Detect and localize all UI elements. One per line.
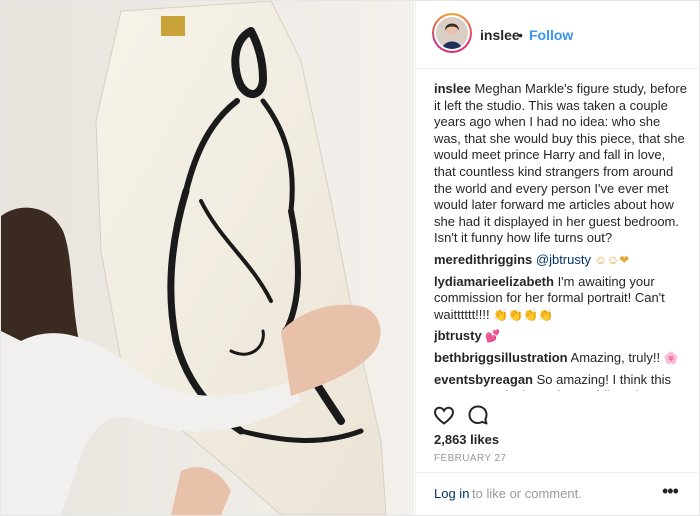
emoji-text: 👏👏👏👏 [493, 307, 554, 322]
post-photo[interactable] [1, 1, 414, 515]
comment: jbtrusty 💕 [434, 328, 690, 345]
caption: inslee Meghan Markle's figure study, bef… [434, 81, 690, 247]
comment-username[interactable]: meredithriggins [434, 252, 532, 267]
mention-link[interactable]: @jbtrusty [536, 252, 591, 267]
comment-username[interactable]: jbtrusty [434, 328, 482, 343]
caption-text: Meghan Markle's figure study, before it … [434, 81, 687, 246]
comment-username[interactable]: bethbriggsillustration [434, 350, 568, 365]
comment-icon[interactable] [466, 403, 490, 427]
comment: eventsbyreagan So amazing! I think this … [434, 372, 690, 392]
figure-study-image [1, 1, 414, 515]
more-options-icon[interactable]: ••• [662, 481, 679, 502]
caption-username[interactable]: inslee [434, 81, 471, 96]
post-sidebar: inslee • Follow inslee Meghan Markle's f… [415, 1, 700, 515]
comment: meredithriggins @jbtrusty ☺☺❤ [434, 252, 690, 269]
comment-username[interactable]: eventsbyreagan [434, 372, 533, 387]
heart-icon[interactable] [432, 403, 456, 427]
comment: lydiamarieelizabeth I'm awaiting your co… [434, 274, 690, 324]
profile-photo-icon [436, 17, 468, 49]
emoji-text: 💕 [485, 329, 501, 344]
post-date: FEBRUARY 27 [434, 453, 507, 464]
comments-list[interactable]: inslee Meghan Markle's figure study, bef… [434, 81, 690, 391]
comment-username[interactable]: lydiamarieelizabeth [434, 274, 554, 289]
follow-button[interactable]: Follow [529, 27, 573, 43]
header-username[interactable]: inslee [480, 27, 520, 43]
separator-dot: • [518, 27, 523, 43]
likes-count[interactable]: 2,863 likes [434, 432, 499, 447]
comment-text: Amazing, truly!! [567, 349, 664, 365]
login-link[interactable]: Log in [434, 486, 469, 501]
emoji-text: 🌸 [663, 350, 679, 365]
login-prompt-text: to like or comment. [472, 486, 582, 501]
post-footer: Log in to like or comment. ••• [416, 472, 700, 516]
instagram-embed: inslee • Follow inslee Meghan Markle's f… [0, 0, 700, 516]
comment: bethbriggsillustration Amazing, truly!! … [434, 350, 690, 367]
post-header: inslee • Follow [416, 1, 700, 69]
avatar-image [436, 17, 468, 49]
emoji-text: ☺☺❤ [594, 252, 630, 267]
avatar[interactable] [432, 13, 472, 53]
